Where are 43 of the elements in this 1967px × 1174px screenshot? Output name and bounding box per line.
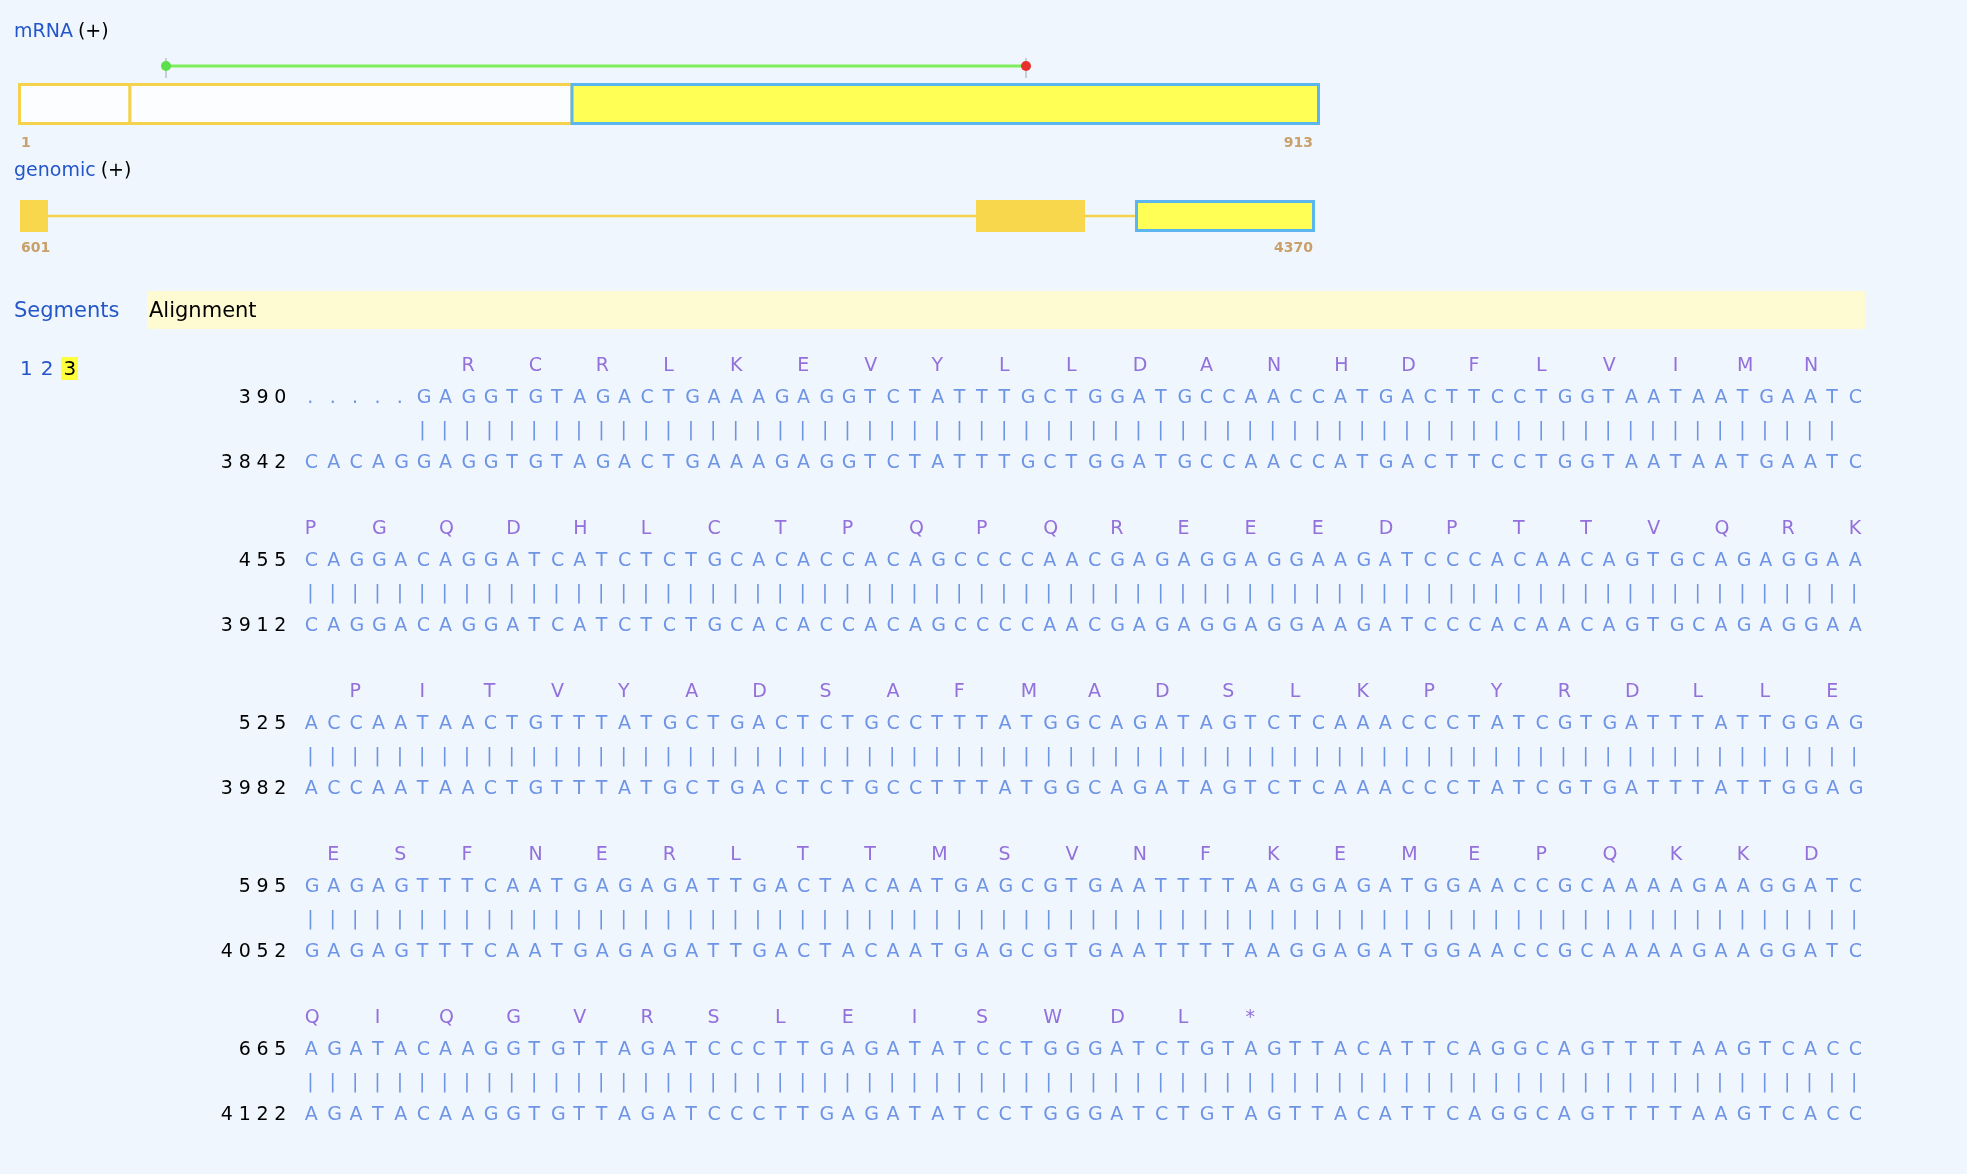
match-bars: | | | | | | | | | | | | | | | | | | | | | | | | | | | | | | | | | | | | | | | | | | | | | | | | | | | | | | | | | | | | | | | | | | | | | |: [304, 738, 1860, 772]
mrna-sequence: G A G A G T T T C A A T G A G A G A T T G A C T A C A A T G A G C G T G A A T T T T A A G G A G A T G G A A C C G C A A A A G A A G G A T C: [304, 873, 1860, 899]
position-number: 665: [238, 1037, 292, 1060]
position-number: 3982: [220, 776, 292, 799]
end-coordinate: 4370: [1274, 239, 1313, 255]
position-number: 3842: [220, 450, 292, 473]
genomic-sequence: A C C A A T A A C T G T T T A T G C T G A C T C T G C C T T T A T G G C A G A T A G T C T C A A A C C C T A T C G T G A T T T A T T G G A G: [304, 775, 1860, 801]
mrna-sequence: A G A T A C A A G G T G T T A G A T C C C T T G A G A T A T C C T G G G A T C T G T A G T T A C A T T C A G G C A G T T T T A A G T C A C C: [304, 1036, 1860, 1062]
start-coordinate: 1: [21, 134, 31, 150]
segment-link[interactable]: 1: [20, 357, 33, 380]
segments-link[interactable]: Segments: [14, 291, 120, 329]
segment-link[interactable]: 2: [40, 357, 54, 380]
genomic-sequence: G A G A G T T T C A A T G A G A G A T T G A C T A C A A T G A G C G T G A A T T T T A A G G A G A T G G A A C C G C A A A A G A A G G A T C: [304, 938, 1860, 964]
end-coordinate: 913: [1283, 134, 1313, 150]
track-name-link[interactable]: mRNA: [14, 19, 73, 41]
genomic-sequence: C A C A G G A G G T G T A G A C T G A A A G A G G T C T A T T T G C T G G A T G C C A A C C A T G A C T T C C T G G T A A T A A T G A A T C: [304, 449, 1860, 475]
segment-link[interactable]: 3: [61, 357, 79, 380]
start-coordinate: 601: [21, 239, 51, 255]
position-number: 4122: [220, 1102, 292, 1125]
strand-label: (+): [100, 158, 132, 180]
track-name-link[interactable]: genomic: [14, 158, 96, 180]
amino-acid-letters: R C R L K E V Y L L D A N H D F L V I M N: [461, 351, 1816, 377]
mrna-sequence: . . . . . G A G G T G T A G A C T G A A A G A G G T C T A T T T G C T G G A T G C C A A C C A T G A C T T C C T G G T A A T A A T G A A T C: [306, 384, 1860, 410]
amino-acid-letters: E S F N E R L T T M S V N F K E M E P Q K K D: [327, 840, 1816, 866]
genomic-sequence: C A G G A C A G G A T C A T C T C T G C A C A C C A C A G C C C C A A C G A G A G G A G G A A G A T C C C A C A A C A G T G C A G A G G A A: [304, 612, 1860, 638]
amino-acid-letters: P G Q D H L C T P Q P Q R E E E D P T T V Q R K: [304, 514, 1860, 540]
strand-label: (+): [77, 19, 109, 41]
match-bars: | | | | | | | | | | | | | | | | | | | | | | | | | | | | | | | | | | | | | | | | | | | | | | | | | | | | | | | | | | | | | | | | | | | | | |: [304, 575, 1860, 609]
position-number: 595: [238, 874, 292, 897]
mrna-sequence: A C C A A T A A C T G T T T A T G C T G A C T C T G C C T T T A T G G C A G A T A G T C T C A A A C C C T A T C G T G A T T T A T T G G A G: [304, 710, 1860, 736]
position-number: 525: [238, 711, 292, 734]
position-number: 455: [238, 548, 292, 571]
match-bars: | | | | | | | | | | | | | | | | | | | | | | | | | | | | | | | | | | | | | | | | | | | | | | | | | | | | | | | | | | | | | | | |: [416, 412, 1838, 446]
mrna-sequence: C A G G A C A G G A T C A T C T C T G C A C A C C A C A G C C C C A A C G A G A G G A G G A A G A T C C C A C A A C A G T G C A G A G G A A: [304, 547, 1860, 573]
amino-acid-letters: Q I Q G V R S L E I S W D L *: [304, 1003, 1256, 1029]
match-bars: | | | | | | | | | | | | | | | | | | | | | | | | | | | | | | | | | | | | | | | | | | | | | | | | | | | | | | | | | | | | | | | | | | | | | |: [304, 1064, 1860, 1098]
position-number: 390: [238, 385, 292, 408]
amino-acid-letters: P I T V Y A D S A F M A D S L K P Y R D L L E: [349, 677, 1838, 703]
genomic-sequence: A G A T A C A A G G T G T T A G A T C C C T T G A G A T A T C C T G G G A T C T G T A G T T A C A T T C A G G C A G T T T T A A G T C A C C: [304, 1101, 1860, 1127]
position-number: 3912: [220, 613, 292, 636]
alignment-header: Alignment: [147, 291, 1865, 329]
position-number: 4052: [220, 939, 292, 962]
match-bars: | | | | | | | | | | | | | | | | | | | | | | | | | | | | | | | | | | | | | | | | | | | | | | | | | | | | | | | | | | | | | | | | | | | | | |: [304, 901, 1860, 935]
